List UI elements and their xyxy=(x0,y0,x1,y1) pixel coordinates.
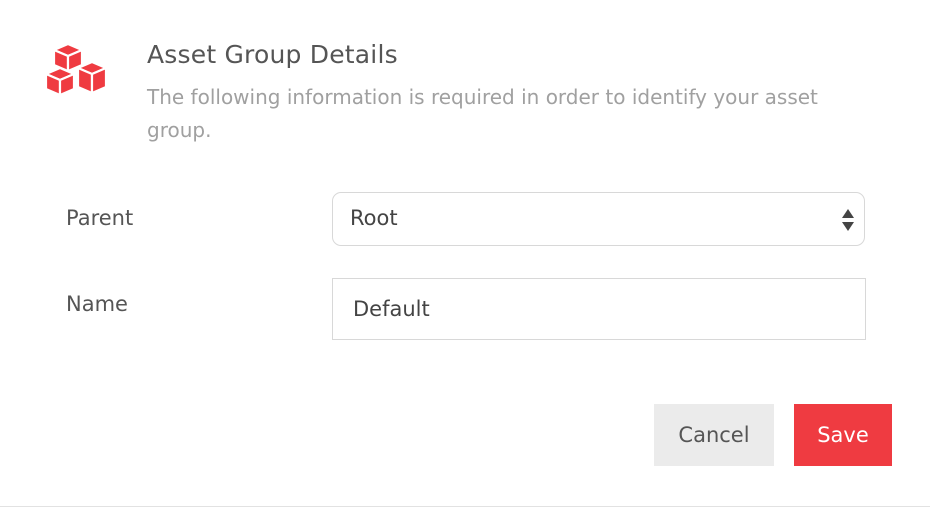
parent-label: Parent xyxy=(66,206,134,230)
dialog-title: Asset Group Details xyxy=(147,40,398,69)
select-arrows-icon xyxy=(842,209,854,231)
cancel-button[interactable]: Cancel xyxy=(654,404,774,466)
parent-select-value: Root xyxy=(350,206,398,230)
name-input[interactable] xyxy=(332,278,866,340)
name-label: Name xyxy=(66,292,128,316)
dialog-subtitle: The following information is required in… xyxy=(147,85,818,142)
asset-group-dialog: Asset Group Details The following inform… xyxy=(0,0,930,507)
cubes-icon xyxy=(44,42,108,97)
save-button[interactable]: Save xyxy=(794,404,892,466)
parent-select[interactable]: Root xyxy=(332,192,865,246)
